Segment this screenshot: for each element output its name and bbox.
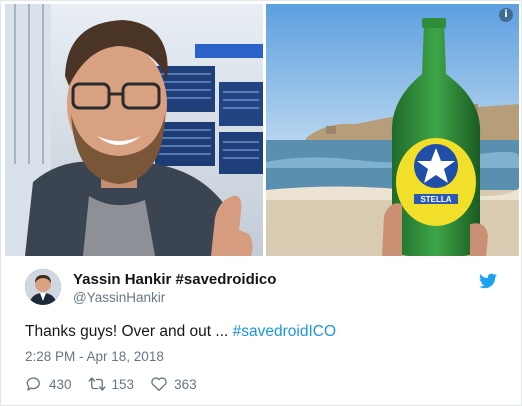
author-handle[interactable]: @YassinHankir	[73, 290, 165, 305]
hashtag-link[interactable]: #savedroidICO	[233, 323, 336, 340]
retweet-button[interactable]: 153	[87, 375, 135, 393]
tweet-timestamp[interactable]: 2:28 PM - Apr 18, 2018	[25, 349, 164, 364]
tweet-card: STELLA i Yassin Hankir #savedroidico @Ya…	[0, 0, 522, 406]
photo-beach-bottle[interactable]: STELLA	[266, 4, 519, 256]
reply-button[interactable]: 430	[25, 375, 72, 393]
tweet-text-body: Thanks guys! Over and out ...	[25, 323, 233, 340]
tweet-media[interactable]: STELLA i	[5, 4, 519, 256]
twitter-bird-icon[interactable]	[479, 273, 497, 289]
tweet-actions: 430 153 363	[25, 375, 213, 393]
retweet-count: 153	[111, 376, 135, 392]
reply-count: 430	[49, 376, 72, 392]
like-count: 363	[174, 376, 197, 392]
reply-icon	[26, 377, 40, 391]
info-icon[interactable]: i	[499, 8, 513, 22]
retweet-icon	[87, 377, 106, 391]
photo-selfie[interactable]	[5, 4, 263, 256]
author-name[interactable]: Yassin Hankir #savedroidico	[73, 271, 276, 288]
like-icon	[151, 377, 167, 392]
svg-text:STELLA: STELLA	[420, 195, 451, 204]
tweet-text: Thanks guys! Over and out ... #savedroid…	[25, 323, 336, 341]
avatar[interactable]	[25, 269, 61, 305]
like-button[interactable]: 363	[150, 375, 197, 393]
